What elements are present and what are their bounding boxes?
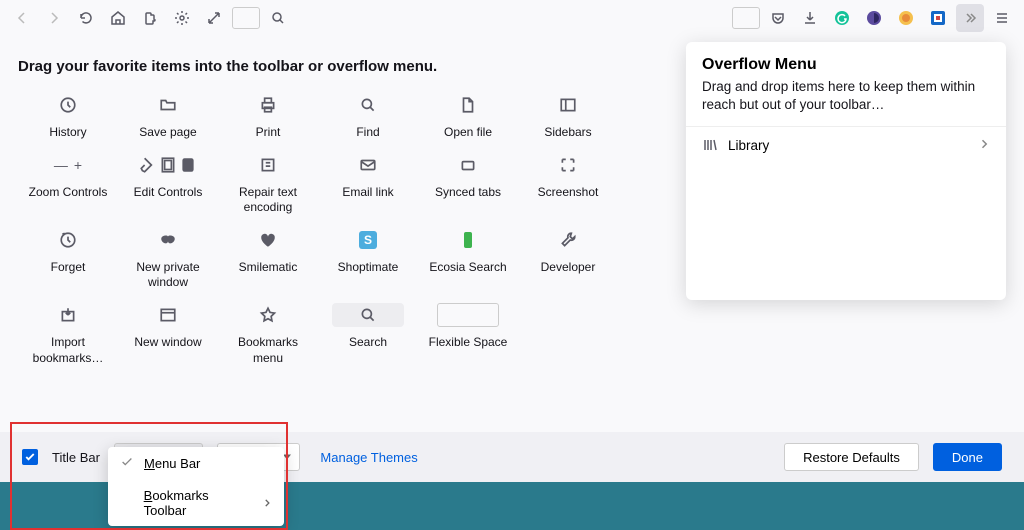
extensions-button[interactable] — [136, 4, 164, 32]
mask-icon — [159, 228, 177, 252]
item-open-file[interactable]: Open file — [418, 93, 518, 141]
heart-icon — [259, 228, 277, 252]
forward-button[interactable] — [40, 4, 68, 32]
grammarly-icon[interactable] — [828, 4, 856, 32]
item-bookmarks-menu[interactable]: Bookmarks menu — [218, 303, 318, 366]
home-button[interactable] — [104, 4, 132, 32]
item-print[interactable]: Print — [218, 93, 318, 141]
settings-button[interactable] — [168, 4, 196, 32]
sidebar-icon — [559, 93, 577, 117]
item-developer[interactable]: Developer — [518, 228, 618, 291]
mail-icon — [359, 153, 377, 177]
overflow-title: Overflow Menu — [702, 56, 990, 74]
import-icon — [59, 303, 77, 327]
history-icon — [59, 93, 77, 117]
item-flexible-space[interactable]: Flexible Space — [418, 303, 518, 366]
item-synced-tabs[interactable]: Synced tabs — [418, 153, 518, 216]
titlebar-label: Title Bar — [52, 450, 100, 465]
item-repair-text[interactable]: Repair text encoding — [218, 153, 318, 216]
items-grid: History Save page Print Find Open file S… — [18, 93, 638, 378]
restore-defaults-button[interactable]: Restore Defaults — [784, 443, 919, 471]
print-icon — [259, 93, 277, 117]
item-sidebars[interactable]: Sidebars — [518, 93, 618, 141]
item-smilematic[interactable]: Smilematic — [218, 228, 318, 291]
star-icon — [259, 303, 277, 327]
browser-toolbar — [0, 0, 1024, 36]
item-forget[interactable]: Forget — [18, 228, 118, 291]
extension-purple-icon[interactable] — [860, 4, 888, 32]
extension-orange-icon[interactable] — [892, 4, 920, 32]
item-shoptimate[interactable]: SShoptimate — [318, 228, 418, 291]
item-save-page[interactable]: Save page — [118, 93, 218, 141]
app-menu-button[interactable] — [988, 4, 1016, 32]
item-private-window[interactable]: New private window — [118, 228, 218, 291]
fullscreen-button[interactable] — [200, 4, 228, 32]
forget-icon — [59, 228, 77, 252]
item-search[interactable]: Search — [318, 303, 418, 366]
overflow-button[interactable] — [956, 4, 984, 32]
wrench-icon — [559, 228, 577, 252]
item-zoom-controls[interactable]: —+Zoom Controls — [18, 153, 118, 216]
item-ecosia[interactable]: Ecosia Search — [418, 228, 518, 291]
library-icon — [702, 137, 718, 153]
search-box-icon — [332, 303, 404, 327]
zoom-icon: —+ — [54, 153, 82, 177]
search-icon — [359, 93, 377, 117]
item-email-link[interactable]: Email link — [318, 153, 418, 216]
item-screenshot[interactable]: Screenshot — [518, 153, 618, 216]
menu-item-menubar[interactable]: Menu Bar — [108, 447, 284, 480]
menu-item-bookmarks-toolbar[interactable]: Bookmarks Toolbar — [108, 480, 284, 526]
item-import-bookmarks[interactable]: Import bookmarks… — [18, 303, 118, 366]
folder-icon — [159, 93, 177, 117]
toolbars-dropdown-menu: Menu Bar Bookmarks Toolbar — [108, 447, 284, 526]
edit-icon — [139, 153, 197, 177]
shoptimate-icon: S — [359, 228, 377, 252]
item-new-window[interactable]: New window — [118, 303, 218, 366]
reload-button[interactable] — [72, 4, 100, 32]
overflow-menu-panel: Overflow Menu Drag and drop items here t… — [686, 42, 1006, 300]
flexible-space-icon — [437, 303, 499, 327]
chevron-right-icon — [978, 138, 990, 153]
item-find[interactable]: Find — [318, 93, 418, 141]
back-button[interactable] — [8, 4, 36, 32]
encoding-icon — [259, 153, 277, 177]
chevron-right-icon — [262, 496, 272, 511]
extension-blue-icon[interactable] — [924, 4, 952, 32]
ecosia-icon — [464, 228, 472, 252]
done-button[interactable]: Done — [933, 443, 1002, 471]
window-icon — [159, 303, 177, 327]
overflow-item-library[interactable]: Library — [686, 127, 1006, 163]
screenshot-icon — [559, 153, 577, 177]
overflow-desc: Drag and drop items here to keep them wi… — [702, 78, 990, 114]
item-edit-controls[interactable]: Edit Controls — [118, 153, 218, 216]
search-button[interactable] — [264, 4, 292, 32]
toolbar-spacer-box[interactable] — [732, 7, 760, 29]
titlebar-checkbox[interactable] — [22, 449, 38, 465]
downloads-button[interactable] — [796, 4, 824, 32]
item-history[interactable]: History — [18, 93, 118, 141]
url-box-placeholder[interactable] — [232, 7, 260, 29]
file-icon — [459, 93, 477, 117]
check-icon — [120, 455, 134, 472]
tabs-icon — [459, 153, 477, 177]
pocket-button[interactable] — [764, 4, 792, 32]
manage-themes-link[interactable]: Manage Themes — [320, 450, 417, 465]
